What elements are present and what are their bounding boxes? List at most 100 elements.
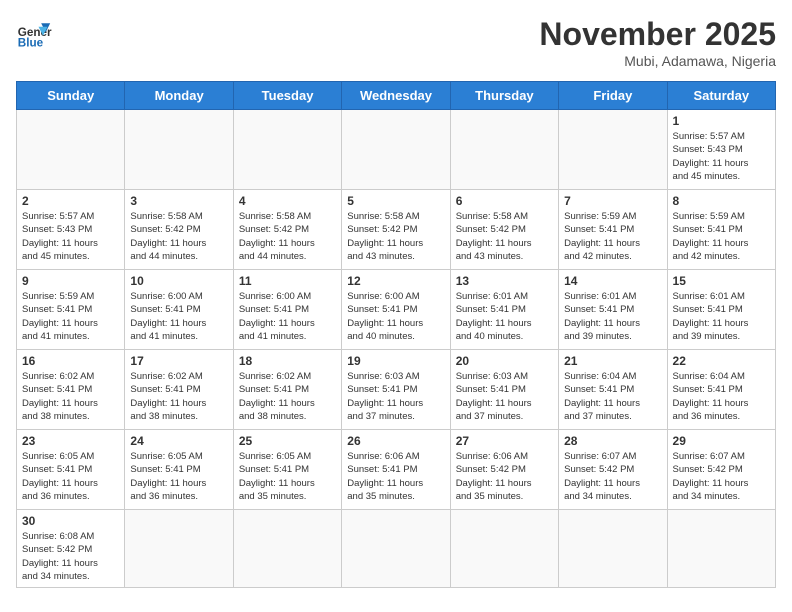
calendar-cell: 30 Sunrise: 6:08 AM Sunset: 5:42 PM Dayli… [17,510,125,588]
day-number: 9 [22,274,119,288]
weekday-header-monday: Monday [125,82,233,110]
day-info: Sunrise: 6:05 AM Sunset: 5:41 PM Dayligh… [239,450,336,503]
calendar-cell: 19 Sunrise: 6:03 AM Sunset: 5:41 PM Dayli… [342,350,450,430]
day-info: Sunrise: 5:59 AM Sunset: 5:41 PM Dayligh… [564,210,661,263]
weekday-header-wednesday: Wednesday [342,82,450,110]
calendar-cell [559,510,667,588]
day-number: 3 [130,194,227,208]
calendar-cell: 13 Sunrise: 6:01 AM Sunset: 5:41 PM Dayli… [450,270,558,350]
calendar-cell [125,510,233,588]
calendar-cell: 24Sunrise: 6:05 AM Sunset: 5:41 PM Dayli… [125,430,233,510]
calendar-cell: 25 Sunrise: 6:05 AM Sunset: 5:41 PM Dayli… [233,430,341,510]
calendar-week-2: 2 Sunrise: 5:57 AM Sunset: 5:43 PM Daylig… [17,190,776,270]
day-number: 8 [673,194,770,208]
calendar-cell: 5 Sunrise: 5:58 AM Sunset: 5:42 PM Daylig… [342,190,450,270]
calendar-cell: 22 Sunrise: 6:04 AM Sunset: 5:41 PM Dayli… [667,350,775,430]
day-number: 17 [130,354,227,368]
calendar-cell: 15 Sunrise: 6:01 AM Sunset: 5:41 PM Dayli… [667,270,775,350]
day-number: 19 [347,354,444,368]
weekday-header-tuesday: Tuesday [233,82,341,110]
calendar-cell: 8 Sunrise: 5:59 AM Sunset: 5:41 PM Daylig… [667,190,775,270]
day-info: Sunrise: 6:02 AM Sunset: 5:41 PM Dayligh… [130,370,227,423]
day-number: 2 [22,194,119,208]
day-number: 1 [673,114,770,128]
day-info: Sunrise: 5:58 AM Sunset: 5:42 PM Dayligh… [130,210,227,263]
day-info: Sunrise: 6:05 AM Sunset: 5:41 PM Dayligh… [130,450,227,503]
day-number: 21 [564,354,661,368]
calendar-week-1: 1 Sunrise: 5:57 AM Sunset: 5:43 PM Daylig… [17,110,776,190]
day-info: Sunrise: 6:01 AM Sunset: 5:41 PM Dayligh… [456,290,553,343]
logo: General Blue [16,16,52,52]
day-info: Sunrise: 6:00 AM Sunset: 5:41 PM Dayligh… [347,290,444,343]
day-number: 30 [22,514,119,528]
day-info: Sunrise: 6:01 AM Sunset: 5:41 PM Dayligh… [673,290,770,343]
day-number: 12 [347,274,444,288]
calendar-cell [559,110,667,190]
calendar-cell: 11Sunrise: 6:00 AM Sunset: 5:41 PM Dayli… [233,270,341,350]
calendar-table: SundayMondayTuesdayWednesdayThursdayFrid… [16,81,776,588]
day-number: 6 [456,194,553,208]
day-info: Sunrise: 5:59 AM Sunset: 5:41 PM Dayligh… [673,210,770,263]
day-number: 5 [347,194,444,208]
calendar-cell [125,110,233,190]
day-info: Sunrise: 6:06 AM Sunset: 5:42 PM Dayligh… [456,450,553,503]
day-info: Sunrise: 5:59 AM Sunset: 5:41 PM Dayligh… [22,290,119,343]
weekday-header-row: SundayMondayTuesdayWednesdayThursdayFrid… [17,82,776,110]
day-info: Sunrise: 5:57 AM Sunset: 5:43 PM Dayligh… [22,210,119,263]
day-number: 29 [673,434,770,448]
calendar-cell: 4Sunrise: 5:58 AM Sunset: 5:42 PM Daylig… [233,190,341,270]
day-info: Sunrise: 5:58 AM Sunset: 5:42 PM Dayligh… [239,210,336,263]
day-info: Sunrise: 6:06 AM Sunset: 5:41 PM Dayligh… [347,450,444,503]
day-number: 27 [456,434,553,448]
calendar-cell [342,110,450,190]
calendar-cell: 9 Sunrise: 5:59 AM Sunset: 5:41 PM Daylig… [17,270,125,350]
calendar-cell: 14 Sunrise: 6:01 AM Sunset: 5:41 PM Dayli… [559,270,667,350]
day-info: Sunrise: 6:05 AM Sunset: 5:41 PM Dayligh… [22,450,119,503]
calendar-cell: 3 Sunrise: 5:58 AM Sunset: 5:42 PM Daylig… [125,190,233,270]
day-info: Sunrise: 6:00 AM Sunset: 5:41 PM Dayligh… [130,290,227,343]
calendar-cell: 18Sunrise: 6:02 AM Sunset: 5:41 PM Dayli… [233,350,341,430]
day-info: Sunrise: 6:08 AM Sunset: 5:42 PM Dayligh… [22,530,119,583]
day-info: Sunrise: 5:58 AM Sunset: 5:42 PM Dayligh… [347,210,444,263]
calendar-cell: 6 Sunrise: 5:58 AM Sunset: 5:42 PM Daylig… [450,190,558,270]
day-number: 28 [564,434,661,448]
day-number: 10 [130,274,227,288]
calendar-cell: 28 Sunrise: 6:07 AM Sunset: 5:42 PM Dayli… [559,430,667,510]
day-number: 20 [456,354,553,368]
calendar-cell: 10 Sunrise: 6:00 AM Sunset: 5:41 PM Dayli… [125,270,233,350]
day-info: Sunrise: 5:58 AM Sunset: 5:42 PM Dayligh… [456,210,553,263]
day-info: Sunrise: 6:03 AM Sunset: 5:41 PM Dayligh… [347,370,444,423]
calendar-cell [233,510,341,588]
svg-text:Blue: Blue [18,37,44,50]
day-info: Sunrise: 5:57 AM Sunset: 5:43 PM Dayligh… [673,130,770,183]
day-number: 16 [22,354,119,368]
calendar-cell: 1 Sunrise: 5:57 AM Sunset: 5:43 PM Daylig… [667,110,775,190]
day-info: Sunrise: 6:04 AM Sunset: 5:41 PM Dayligh… [564,370,661,423]
day-info: Sunrise: 6:07 AM Sunset: 5:42 PM Dayligh… [673,450,770,503]
title-block: November 2025 Mubi, Adamawa, Nigeria [539,16,776,69]
day-info: Sunrise: 6:04 AM Sunset: 5:41 PM Dayligh… [673,370,770,423]
calendar-cell: 16 Sunrise: 6:02 AM Sunset: 5:41 PM Dayli… [17,350,125,430]
day-number: 22 [673,354,770,368]
calendar-cell: 2 Sunrise: 5:57 AM Sunset: 5:43 PM Daylig… [17,190,125,270]
calendar-cell: 29 Sunrise: 6:07 AM Sunset: 5:42 PM Dayli… [667,430,775,510]
day-info: Sunrise: 6:01 AM Sunset: 5:41 PM Dayligh… [564,290,661,343]
day-number: 13 [456,274,553,288]
weekday-header-thursday: Thursday [450,82,558,110]
logo-icon: General Blue [16,16,52,52]
day-info: Sunrise: 6:00 AM Sunset: 5:41 PM Dayligh… [239,290,336,343]
day-info: Sunrise: 6:02 AM Sunset: 5:41 PM Dayligh… [22,370,119,423]
day-number: 15 [673,274,770,288]
day-number: 25 [239,434,336,448]
calendar-cell: 7 Sunrise: 5:59 AM Sunset: 5:41 PM Daylig… [559,190,667,270]
calendar-cell: 23Sunrise: 6:05 AM Sunset: 5:41 PM Dayli… [17,430,125,510]
calendar-week-4: 16 Sunrise: 6:02 AM Sunset: 5:41 PM Dayli… [17,350,776,430]
calendar-cell [233,110,341,190]
calendar-cell [342,510,450,588]
calendar-week-3: 9 Sunrise: 5:59 AM Sunset: 5:41 PM Daylig… [17,270,776,350]
day-number: 14 [564,274,661,288]
calendar-title: November 2025 [539,16,776,53]
calendar-subtitle: Mubi, Adamawa, Nigeria [539,53,776,69]
day-info: Sunrise: 6:07 AM Sunset: 5:42 PM Dayligh… [564,450,661,503]
day-number: 7 [564,194,661,208]
